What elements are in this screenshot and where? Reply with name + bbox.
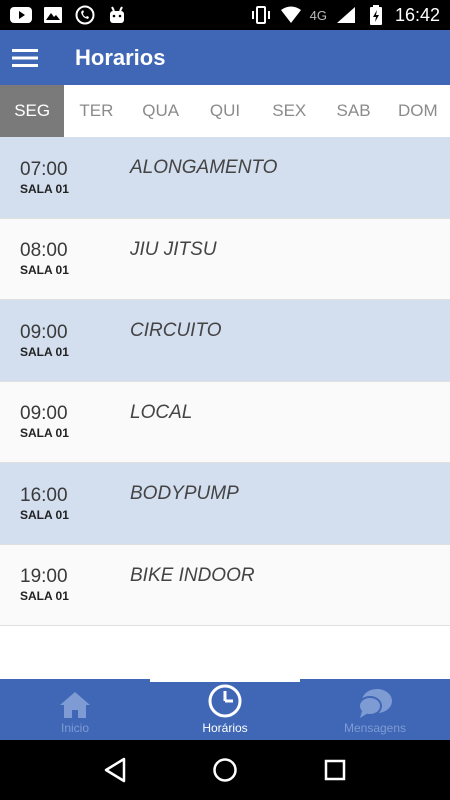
wifi-icon	[280, 5, 302, 25]
tab-dom[interactable]: DOM	[386, 85, 450, 137]
class-time: 16:00	[20, 484, 68, 506]
schedule-row[interactable]: 16:00 SALA 01 BODYPUMP	[0, 463, 450, 545]
class-room: SALA 01	[20, 507, 69, 522]
class-time: 07:00	[20, 158, 68, 180]
class-time: 09:00	[20, 403, 68, 425]
class-name: LOCAL	[130, 401, 193, 423]
nav-mensagens[interactable]: Mensagens	[300, 679, 450, 740]
schedule-row[interactable]: 08:00 SALA 01 JIU JITSU	[0, 218, 450, 300]
nav-horarios[interactable]: Horários	[150, 679, 300, 740]
circle-home-icon	[213, 758, 237, 782]
nav-label: Inicio	[60, 721, 89, 735]
class-room: SALA 01	[20, 344, 69, 359]
youtube-icon	[10, 5, 32, 25]
schedule-row[interactable]: 09:00 SALA 01 CIRCUITO	[0, 300, 450, 382]
tab-seg[interactable]: SEG	[0, 85, 65, 137]
page-title: Horarios	[75, 44, 166, 70]
class-name: JIU JITSU	[130, 238, 217, 260]
back-icon	[104, 757, 126, 783]
schedule-row[interactable]: 07:00 SALA 01 ALONGAMENTO	[0, 137, 450, 219]
image-icon	[42, 5, 64, 25]
class-name: ALONGAMENTO	[130, 157, 278, 179]
vibrate-icon	[250, 5, 272, 25]
tab-qua[interactable]: QUA	[129, 85, 193, 137]
clock-icon	[208, 684, 242, 718]
tab-sex[interactable]: SEX	[257, 85, 321, 137]
tab-qui[interactable]: QUI	[193, 85, 257, 137]
tab-ter[interactable]: TER	[64, 85, 128, 137]
recents-button[interactable]	[315, 750, 355, 790]
clock-time: 16:42	[394, 4, 440, 25]
app-bar: Horarios	[0, 30, 450, 85]
day-tabs: SEG TER QUA QUI SEX SAB DOM	[0, 85, 450, 137]
square-recents-icon	[324, 759, 346, 781]
menu-button[interactable]	[0, 30, 50, 85]
android-icon	[106, 5, 128, 25]
class-name: BIKE INDOOR	[130, 564, 255, 586]
class-room: SALA 01	[20, 426, 69, 441]
class-name: BODYPUMP	[130, 483, 239, 505]
tab-sab[interactable]: SAB	[321, 85, 385, 137]
home-button[interactable]	[205, 750, 245, 790]
nav-inicio[interactable]: Inicio	[0, 679, 150, 740]
schedule-row[interactable]: 19:00 SALA 01 BIKE INDOOR	[0, 544, 450, 626]
nav-label: Horários	[202, 721, 248, 735]
class-name: CIRCUITO	[130, 320, 222, 342]
status-bar: 4G 16:42	[0, 0, 450, 30]
battery-charging-icon	[365, 5, 387, 25]
nav-label: Mensagens	[343, 721, 407, 735]
class-time: 08:00	[20, 240, 68, 262]
class-room: SALA 01	[20, 181, 69, 196]
network-type: 4G	[309, 7, 327, 23]
class-room: SALA 01	[20, 589, 69, 604]
back-button[interactable]	[95, 750, 135, 790]
signal-icon	[335, 5, 357, 25]
bottom-nav: Inicio Horários Mensagens	[0, 679, 450, 740]
active-tab-indicator	[150, 679, 300, 682]
schedule-list: 07:00 SALA 01 ALONGAMENTO 08:00 SALA 01 …	[0, 137, 450, 626]
whatsapp-icon	[74, 5, 96, 25]
class-time: 19:00	[20, 566, 68, 588]
class-room: SALA 01	[20, 263, 69, 278]
schedule-row[interactable]: 09:00 SALA 01 LOCAL	[0, 381, 450, 463]
class-time: 09:00	[20, 321, 68, 343]
hamburger-icon	[12, 48, 38, 67]
chat-icon	[358, 689, 392, 718]
home-icon	[60, 692, 90, 718]
system-nav-bar	[0, 740, 450, 800]
